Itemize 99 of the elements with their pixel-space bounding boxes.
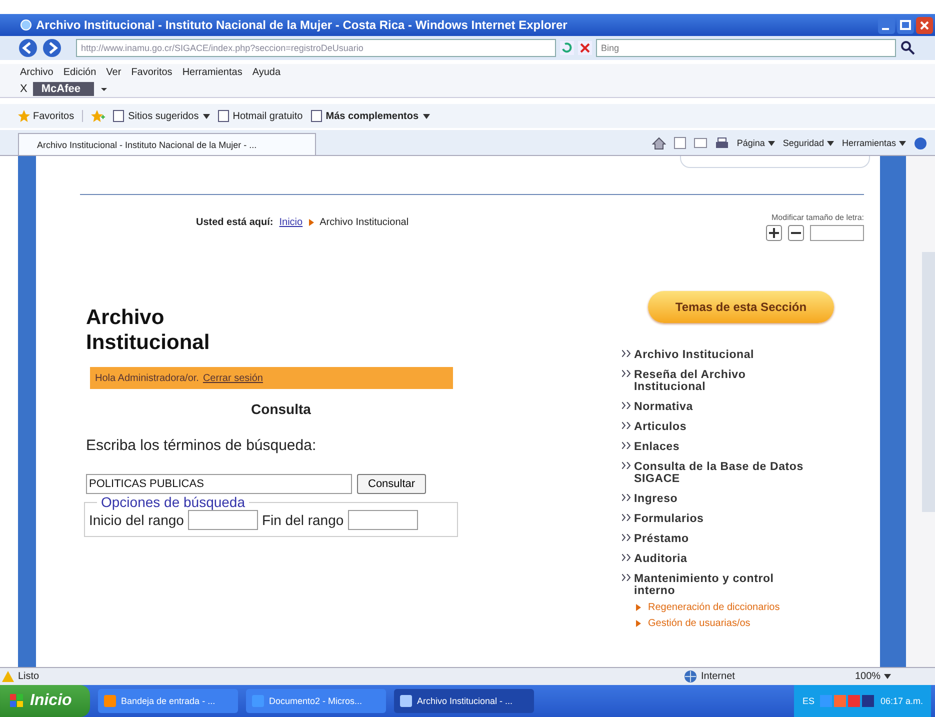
double-chevron-icon (622, 422, 632, 429)
forward-icon (42, 38, 62, 58)
add-favorite-icon (91, 110, 106, 122)
double-chevron-icon (622, 494, 632, 501)
print-icon (714, 136, 729, 150)
menu-item[interactable]: Ver (106, 66, 122, 78)
zoom-button[interactable]: 100% (855, 671, 925, 682)
plus-icon (766, 225, 782, 241)
double-chevron-icon (622, 554, 632, 561)
caret-icon (884, 674, 891, 679)
close-icon (916, 16, 933, 34)
favorite-link[interactable]: Hotmail gratuito (218, 110, 303, 122)
menu-item[interactable]: Favoritos (131, 66, 172, 78)
favorite-link[interactable]: Sitios sugeridos (113, 110, 210, 122)
app-icon (252, 695, 264, 707)
command-button[interactable]: Página (736, 138, 775, 148)
sidebar-link[interactable]: Enlaces (634, 441, 814, 453)
logout-link[interactable]: Cerrar sesión (202, 372, 263, 384)
favorite-link[interactable]: Más complementos (310, 110, 430, 122)
browser-tab[interactable]: Archivo Institucional - Instituto Nacional de la Mujer - ... (18, 133, 316, 155)
zone-text: Internet (701, 671, 736, 682)
caret-icon (899, 140, 906, 146)
range-start-field[interactable] (188, 510, 258, 530)
back-icon (18, 38, 38, 58)
range-start-label: Inicio del rango (89, 512, 184, 528)
menu-item[interactable]: Ayuda (252, 66, 281, 78)
section-title: Consulta (250, 401, 312, 418)
toolbar-brand[interactable]: McAfee (33, 82, 94, 96)
range-end-field[interactable] (348, 510, 418, 530)
double-chevron-icon (622, 350, 632, 357)
stop-icon (578, 41, 592, 55)
options-legend: Opciones de búsqueda (97, 494, 249, 510)
sidebar-link[interactable]: Articulos (634, 421, 814, 433)
minus-icon (788, 225, 804, 241)
search-prompt: Escriba los términos de búsqueda: (86, 437, 318, 454)
sidebar-link[interactable]: Auditoria (634, 553, 814, 565)
caret-icon (768, 140, 775, 146)
sidebar-link[interactable]: Formularios (634, 513, 814, 525)
taskbar-button[interactable]: Archivo Institucional - ... (394, 689, 534, 713)
double-chevron-icon (622, 370, 632, 377)
globe-icon (684, 670, 697, 683)
tray-icons (820, 695, 874, 707)
breadcrumb-link[interactable]: Inicio (279, 217, 303, 228)
greeting-text: Hola Administradora/or. (95, 372, 199, 384)
page-heading: Archivo Institucional (86, 305, 211, 356)
double-chevron-icon (622, 514, 632, 521)
double-chevron-icon (622, 534, 632, 541)
sidebar-link[interactable]: Archivo Institucional (634, 349, 814, 361)
page-icon (218, 110, 229, 122)
consult-button[interactable]: Consultar (357, 474, 426, 494)
start-button[interactable]: Inicio (0, 685, 90, 717)
breadcrumb-label: Usted está aquí: (196, 217, 274, 228)
sidebar-link[interactable]: Préstamo (634, 533, 814, 545)
section-topics-button[interactable]: Temas de esta Sección (648, 291, 834, 323)
double-chevron-icon (622, 462, 632, 469)
sidebar-link[interactable]: Consulta de la Base de Datos SIGACE (634, 461, 814, 485)
menu-item[interactable]: Herramientas (182, 66, 242, 78)
sidebar-link[interactable]: Normativa (634, 401, 814, 413)
page-icon (310, 110, 322, 122)
app-icon (400, 695, 412, 707)
caret-icon (826, 140, 834, 146)
command-button[interactable]: Seguridad (782, 138, 834, 148)
double-chevron-icon (622, 574, 632, 581)
close-button[interactable]: X (20, 82, 28, 94)
command-button[interactable]: Herramientas (842, 138, 906, 148)
taskbar-button[interactable]: Bandeja de entrada - ... (98, 689, 238, 713)
taskbar-button[interactable]: Documento2 - Micros... (246, 689, 386, 713)
browser-icon (20, 19, 32, 31)
breadcrumb-current: Archivo Institucional (320, 217, 409, 228)
search-icon (900, 40, 916, 56)
window-title: Archivo Institucional - Instituto Nacional de la Mujer - Costa Rica - Windows Internet Explorer (36, 18, 568, 32)
double-chevron-icon (622, 402, 632, 409)
chevron-icon (308, 219, 314, 226)
sidebar-link[interactable]: Reseña del Archivo Institucional (634, 369, 814, 393)
search-field[interactable]: Bing (596, 39, 896, 57)
double-chevron-icon (622, 442, 632, 449)
font-size-field[interactable] (810, 225, 864, 241)
favorites-button[interactable]: Favoritos (18, 110, 84, 122)
caret-icon (422, 114, 430, 118)
search-input[interactable]: POLITICAS PUBLICAS (86, 474, 352, 494)
caret-icon (202, 114, 210, 118)
page-icon (113, 110, 124, 122)
menu-item[interactable]: Edición (63, 66, 96, 78)
home-icon (652, 136, 666, 150)
triangle-icon (636, 620, 641, 627)
triangle-icon (636, 604, 641, 611)
sidebar-link[interactable]: Ingreso (634, 493, 814, 505)
star-icon (18, 110, 30, 122)
menu-item[interactable]: Archivo (20, 66, 54, 78)
address-field[interactable]: http://www.inamu.go.cr/SIGACE/index.php?seccion=registroDeUsuario (76, 39, 556, 57)
range-end-label: Fin del rango (262, 512, 344, 528)
clock: 06:17 a.m. (880, 696, 923, 706)
windows-logo-icon (10, 694, 24, 708)
refresh-icon (560, 41, 574, 55)
sidebar-link[interactable]: Mantenimiento y control interno (634, 573, 814, 597)
app-icon (104, 695, 116, 707)
status-text: Listo (18, 671, 40, 682)
font-size-label: Modificar tamaño de letra: (772, 213, 864, 222)
warning-icon (2, 671, 14, 682)
